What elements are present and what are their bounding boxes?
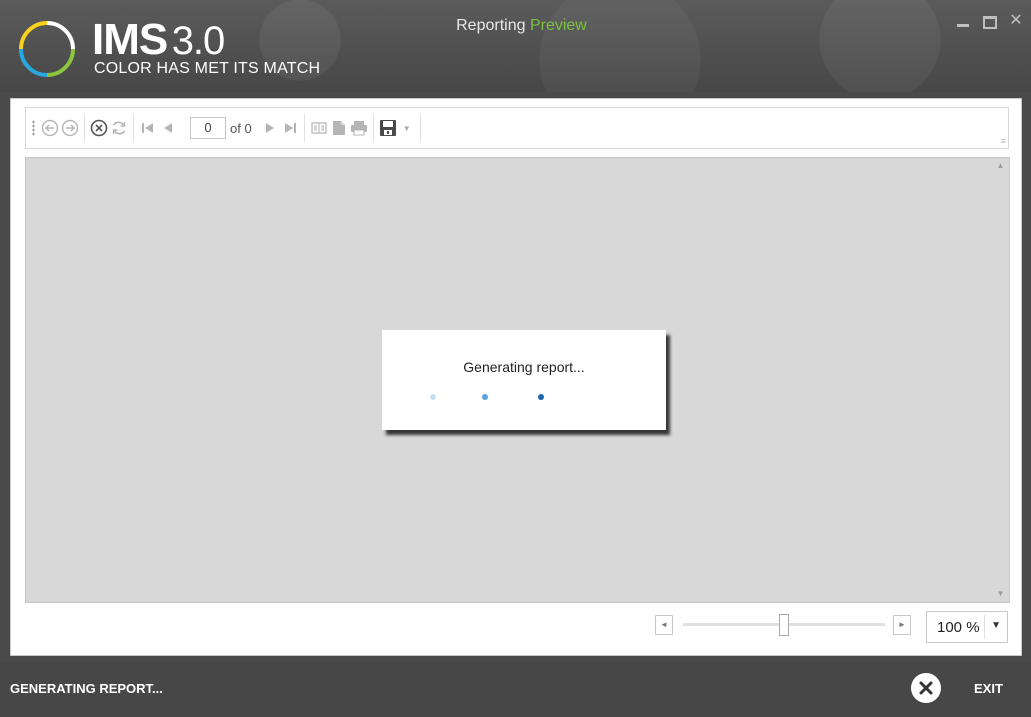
- loading-dot: [430, 394, 436, 400]
- zoom-out-icon[interactable]: ◄: [655, 615, 673, 635]
- page-count-label: of 0: [230, 120, 252, 136]
- page-setup-icon[interactable]: [329, 118, 349, 138]
- maximize-icon[interactable]: [983, 14, 997, 29]
- refresh-icon[interactable]: [109, 118, 129, 138]
- toolbar-separator: [133, 114, 134, 142]
- toolbar-separator: [84, 114, 85, 142]
- status-bar: GENERATING REPORT... EXIT: [0, 661, 1031, 717]
- close-icon[interactable]: ✕: [1009, 13, 1023, 29]
- toolbar-grip-icon[interactable]: [32, 120, 35, 136]
- app-tagline: COLOR HAS MET ITS MATCH: [94, 60, 321, 77]
- scroll-up-icon[interactable]: ▲: [992, 158, 1009, 174]
- previous-page-icon[interactable]: [158, 118, 178, 138]
- loading-dialog: Generating report...: [382, 330, 666, 430]
- print-icon[interactable]: [349, 118, 369, 138]
- report-toolbar: 0 of 0 ▼ ≡: [25, 107, 1009, 149]
- exit-icon[interactable]: [911, 673, 941, 703]
- window-title: Reporting Preview: [0, 17, 1031, 35]
- toolbar-separator: [372, 114, 374, 142]
- first-page-icon[interactable]: [138, 118, 158, 138]
- status-text: GENERATING REPORT...: [10, 681, 163, 696]
- save-dropdown-icon[interactable]: ▼: [398, 118, 416, 138]
- forward-icon[interactable]: [60, 118, 80, 138]
- window-title-accent: Preview: [529, 17, 587, 34]
- loading-message: Generating report...: [463, 359, 585, 375]
- zoom-in-icon[interactable]: ►: [893, 615, 911, 635]
- save-icon[interactable]: [378, 118, 398, 138]
- toolbar-separator: [419, 114, 421, 142]
- next-page-icon[interactable]: [260, 118, 280, 138]
- window-title-text: Reporting: [456, 17, 526, 34]
- chevron-down-icon[interactable]: ▼: [991, 620, 1001, 631]
- last-page-icon[interactable]: [280, 118, 300, 138]
- page-number-input[interactable]: 0: [190, 117, 226, 139]
- back-icon[interactable]: [40, 118, 60, 138]
- exit-button[interactable]: EXIT: [974, 681, 1003, 696]
- stop-icon[interactable]: [89, 118, 109, 138]
- report-preview-area[interactable]: Generating report... ▲ ▼: [25, 157, 1010, 603]
- zoom-level-value: 100 %: [937, 619, 980, 636]
- loading-dot: [482, 394, 488, 400]
- page-layout-icon[interactable]: [309, 118, 329, 138]
- loading-dot: [538, 394, 544, 400]
- zoom-slider-thumb[interactable]: [779, 614, 789, 636]
- minimize-icon[interactable]: [957, 14, 971, 28]
- toolbar-separator: [303, 114, 305, 142]
- toolbar-overflow-icon[interactable]: ≡: [1001, 136, 1006, 146]
- zoom-level-select[interactable]: 100 % ▼: [926, 611, 1008, 643]
- title-bar: IMS 3.0 COLOR HAS MET ITS MATCH Reportin…: [0, 0, 1031, 92]
- zoom-controls: ◄ ► 100 % ▼: [11, 605, 1021, 649]
- window-controls: ✕: [957, 13, 1031, 29]
- scroll-down-icon[interactable]: ▼: [992, 586, 1009, 602]
- vertical-scrollbar[interactable]: ▲ ▼: [992, 158, 1009, 602]
- report-viewer: 0 of 0 ▼ ≡ Generating report... ▲ ▼ ◄ ► …: [10, 98, 1022, 656]
